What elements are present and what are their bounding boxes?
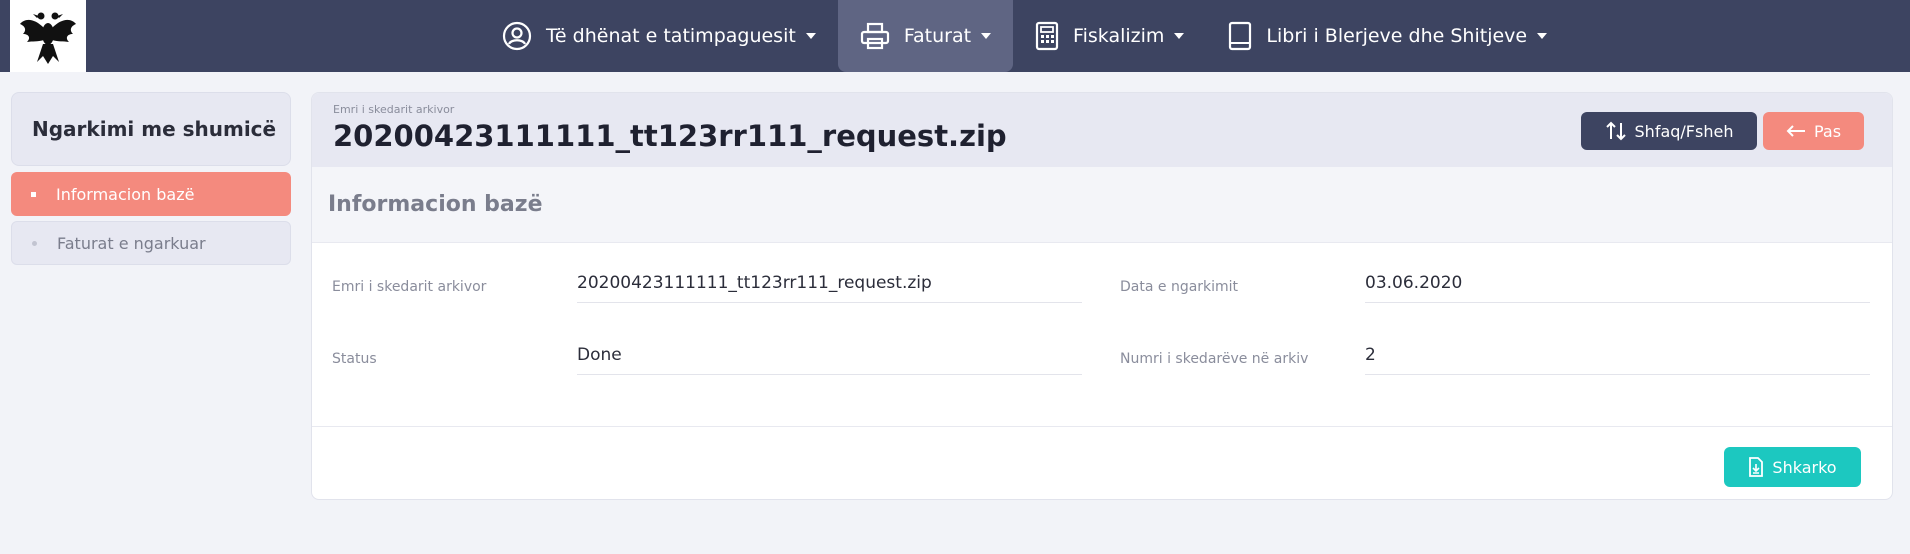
sidebar: Ngarkimi me shumicë Informacion bazë Fat… [11,92,291,265]
card-header: Emri i skedarit arkivor 20200423111111_t… [312,93,1892,167]
archive-name-caption: Emri i skedarit arkivor [333,103,455,116]
archive-name-label: Emri i skedarit arkivor [332,279,487,295]
calculator-icon [1035,21,1059,51]
download-button[interactable]: Shkarko [1724,447,1861,487]
back-label: Pas [1813,121,1842,141]
sidebar-item-label: Faturat e ngarkuar [57,233,206,253]
archive-name-value: 20200423111111_tt123rr111_request.zip [577,265,1082,303]
chevron-down-icon [1174,33,1185,39]
status-label: Status [332,351,377,367]
main-menu: Të dhënat e tatimpaguesit Faturat Fiskal… [480,0,1569,72]
page-title: 20200423111111_tt123rr111_request.zip [333,119,1007,153]
nav-purchase-sales-book-label: Libri i Blerjeve dhe Shitjeve [1266,25,1528,47]
eagle-icon [20,12,76,64]
details-grid: Emri i skedarit arkivor 20200423111111_t… [312,243,1892,427]
chevron-down-icon [981,33,992,39]
back-button[interactable]: Pas [1763,112,1864,150]
upload-date-value: 03.06.2020 [1365,265,1870,303]
file-count-value: 2 [1365,337,1870,375]
chevron-down-icon [805,33,816,39]
sidebar-title: Ngarkimi me shumicë [11,92,291,166]
upload-date-label: Data e ngarkimit [1120,279,1239,295]
show-hide-label: Shfaq/Fsheh [1634,121,1734,141]
coat-of-arms-logo[interactable] [10,0,86,72]
nav-invoices-label: Faturat [903,25,972,47]
bullet-icon [31,191,36,197]
show-hide-button[interactable]: Shfaq/Fsheh [1581,112,1757,150]
printer-icon [860,22,890,50]
nav-taxpayer-data-label: Të dhënat e tatimpaguesit [546,25,796,47]
user-circle-icon [502,21,532,51]
sidebar-item-label: Informacion bazë [56,184,195,204]
nav-taxpayer-data[interactable]: Të dhënat e tatimpaguesit [480,0,838,72]
status-value: Done [577,337,1082,375]
nav-fiscalization-label: Fiskalizim [1073,25,1165,47]
file-download-icon [1748,457,1764,477]
nav-invoices[interactable]: Faturat [837,0,1014,72]
file-count-label: Numri i skedarëve në arkiv [1120,351,1309,367]
arrow-left-icon [1786,124,1806,138]
bullet-icon [32,240,37,246]
nav-purchase-sales-book[interactable]: Libri i Blerjeve dhe Shitjeve [1206,0,1569,72]
section-title: Informacion bazë [312,167,1892,243]
sidebar-item-basic-info[interactable]: Informacion bazë [11,172,291,216]
archive-details-card: Emri i skedarit arkivor 20200423111111_t… [311,92,1893,500]
chevron-down-icon [1537,33,1548,39]
sort-arrows-icon [1605,121,1627,141]
book-icon [1228,21,1252,51]
top-navigation: Të dhënat e tatimpaguesit Faturat Fiskal… [0,0,1910,72]
nav-fiscalization[interactable]: Fiskalizim [1013,0,1206,72]
download-label: Shkarko [1772,457,1837,477]
sidebar-item-uploaded-invoices[interactable]: Faturat e ngarkuar [11,221,291,265]
